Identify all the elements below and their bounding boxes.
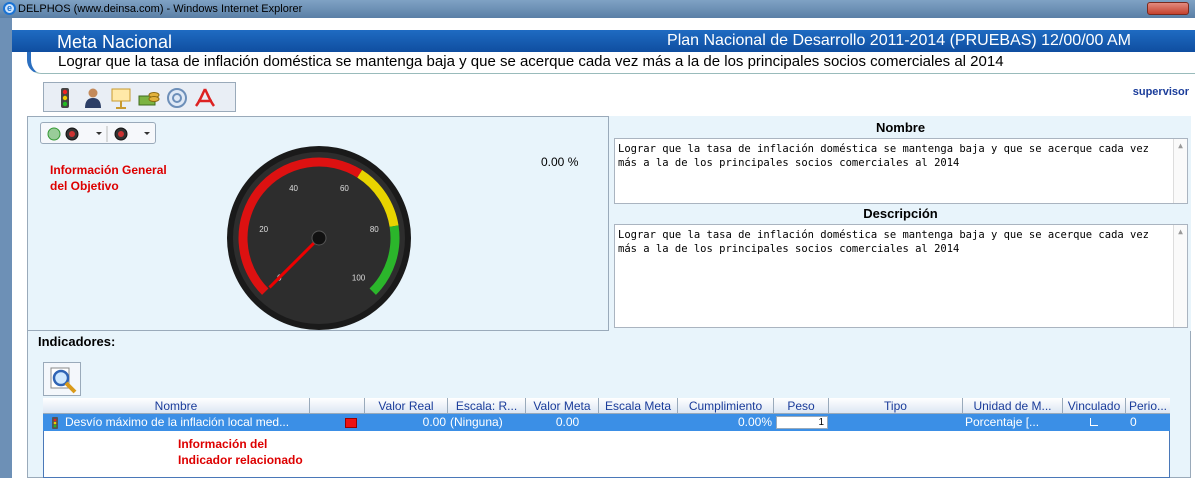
window-controls[interactable] [1147, 2, 1189, 15]
descripcion-text: Lograr que la tasa de inflación doméstic… [618, 229, 1150, 255]
cell-nombre: Desvío máximo de la inflación local med.… [65, 415, 290, 429]
descripcion-heading: Descripción [863, 206, 938, 221]
gauge-tick-label: 100 [352, 274, 366, 283]
column-valor-real[interactable]: Valor Real [365, 398, 448, 414]
cell-tipo [829, 414, 963, 431]
column-escala-meta[interactable]: Escala Meta [599, 398, 678, 414]
column-cumplimiento[interactable]: Cumplimiento [678, 398, 774, 414]
table-row[interactable]: Desvío máximo de la inflación local med.… [43, 414, 1170, 431]
cell-valor-meta: 0.00 [555, 415, 580, 429]
info-indicator-line2: Indicador relacionado [178, 453, 303, 467]
gauge-chart: 020406080100 [227, 146, 411, 330]
user-icon[interactable] [82, 87, 104, 109]
nombre-text: Lograr que la tasa de inflación doméstic… [618, 143, 1150, 169]
page-title: Meta Nacional [57, 32, 173, 52]
search-button[interactable] [43, 362, 81, 396]
gauge-tick-label: 60 [340, 184, 349, 193]
column-vinculado[interactable]: Vinculado [1063, 398, 1126, 414]
column-escala-real[interactable]: Escala: R... [448, 398, 526, 414]
cell-periodo: 0 [1130, 415, 1137, 429]
pdf-icon[interactable] [194, 87, 216, 109]
column-nombre[interactable]: Nombre [43, 398, 310, 414]
indicators-label: Indicadores: [38, 334, 116, 349]
presentation-icon[interactable] [110, 87, 132, 109]
cell-unidad: Porcentaje [... [965, 415, 1040, 429]
column-status[interactable] [310, 398, 365, 414]
column-unidad[interactable]: Unidad de M... [963, 398, 1063, 414]
info-indicator-line1: Información del [178, 437, 268, 451]
status-indicator [345, 418, 357, 428]
info-general-line2: del Objetivo [50, 179, 119, 193]
ie-icon: e [3, 2, 16, 15]
descripcion-field[interactable]: Lograr que la tasa de inflación doméstic… [614, 224, 1188, 328]
money-icon[interactable] [138, 87, 160, 109]
window-frame [0, 18, 12, 478]
gauge-tick-label: 20 [259, 225, 268, 234]
help-icon[interactable] [166, 87, 188, 109]
nombre-field[interactable]: Lograr que la tasa de inflación doméstic… [614, 138, 1188, 204]
gauge-tick-label: 80 [370, 225, 379, 234]
cell-valor-real: 0.00 [422, 415, 446, 429]
column-tipo[interactable]: Tipo [829, 398, 963, 414]
objective-title: Lograr que la tasa de inflación doméstic… [27, 52, 1195, 74]
gauge-value: 0.00 % [541, 155, 579, 169]
grid-header: Nombre Valor Real Escala: R... Valor Met… [43, 398, 1170, 414]
window-title: DELPHOS (www.deinsa.com) - Windows Inter… [18, 3, 303, 15]
column-valor-meta[interactable]: Valor Meta [526, 398, 599, 414]
vinculado-checkbox[interactable] [1090, 418, 1098, 426]
column-peso[interactable]: Peso [774, 398, 829, 414]
detail-panel: Nombre Lograr que la tasa de inflación d… [608, 116, 1191, 331]
user-link[interactable]: supervisor [1133, 86, 1189, 98]
cell-cumplimiento: 0.00% [737, 415, 772, 429]
info-general-label: Información General del Objetivo [50, 162, 167, 194]
cell-escala-meta [599, 414, 678, 431]
nombre-heading: Nombre [875, 120, 926, 135]
info-indicator-label: Información del Indicador relacionado [178, 436, 303, 468]
cell-escala-real: (Ninguna) [450, 415, 503, 429]
traffic-light-icon[interactable] [54, 87, 76, 109]
info-general-line1: Información General [50, 163, 167, 177]
window-title-bar: DELPHOS (www.deinsa.com) - Windows Inter… [0, 0, 1195, 18]
plan-title: Plan Nacional de Desarrollo 2011-2014 (P… [667, 32, 1131, 49]
descripcion-scrollbar[interactable]: ▲ [1173, 225, 1187, 327]
peso-input[interactable]: 1 [776, 416, 828, 429]
gauge-options[interactable] [40, 122, 156, 144]
toolbar [43, 82, 236, 112]
column-periodo[interactable]: Perio... [1126, 398, 1170, 414]
traffic-light-icon [52, 417, 58, 429]
nombre-scrollbar[interactable]: ▲ [1173, 139, 1187, 203]
gauge-tick-label: 40 [289, 184, 298, 193]
search-icon [50, 367, 77, 394]
page-header: Meta Nacional Plan Nacional de Desarroll… [12, 30, 1195, 52]
